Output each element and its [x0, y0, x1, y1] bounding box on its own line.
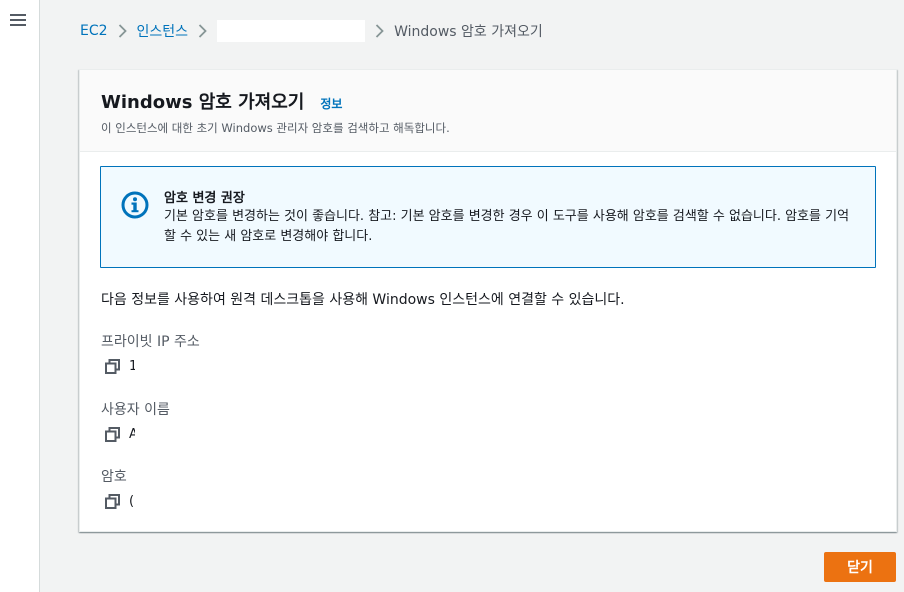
field-label: 사용자 이름	[101, 402, 170, 418]
page-title: Windows 암호 가져오기	[101, 92, 305, 113]
breadcrumb-ec2[interactable]: EC2	[80, 23, 108, 39]
copy-icon[interactable]	[105, 358, 120, 374]
password-value: (	[129, 493, 135, 509]
private-ip-value: 1	[129, 358, 135, 374]
breadcrumb-instances[interactable]: 인스턴스	[137, 21, 189, 41]
chevron-right-icon	[118, 24, 127, 38]
breadcrumb-instance-id-redacted[interactable]	[217, 20, 366, 42]
connection-intro-text: 다음 정보를 사용하여 원격 데스크톱을 사용해 Windows 인스턴스에 연…	[101, 292, 625, 308]
breadcrumb-current: Windows 암호 가져오기	[394, 24, 543, 40]
alert-body: 기본 암호를 변경하는 것이 좋습니다. 참고: 기본 암호를 변경한 경우 이…	[164, 209, 850, 244]
copy-icon[interactable]	[105, 493, 120, 509]
password-field: 암호 (	[101, 466, 135, 509]
close-button[interactable]: 닫기	[824, 552, 896, 582]
breadcrumb: EC2 인스턴스 Windows 암호 가져오기	[80, 20, 543, 42]
info-link[interactable]: 정보	[320, 95, 342, 112]
field-label: 암호	[101, 469, 127, 485]
private-ip-field: 프라이빗 IP 주소 1	[101, 331, 200, 374]
username-field: 사용자 이름 A	[101, 399, 170, 442]
chevron-right-icon	[375, 24, 384, 38]
info-alert: 암호 변경 권장 기본 암호를 변경하는 것이 좋습니다. 참고: 기본 암호를…	[100, 166, 876, 268]
info-icon	[121, 191, 149, 219]
copy-icon[interactable]	[105, 426, 120, 442]
get-windows-password-panel: Windows 암호 가져오기 정보 이 인스턴스에 대한 초기 Windows…	[79, 69, 897, 532]
username-value: A	[129, 426, 135, 442]
panel-description: 이 인스턴스에 대한 초기 Windows 관리자 암호를 검색하고 해독합니다…	[101, 121, 450, 135]
side-navigation	[0, 0, 40, 592]
hamburger-menu-icon[interactable]	[10, 14, 26, 28]
alert-title: 암호 변경 권장	[164, 191, 245, 206]
field-label: 프라이빗 IP 주소	[101, 334, 200, 350]
panel-header: Windows 암호 가져오기 정보 이 인스턴스에 대한 초기 Windows…	[80, 70, 896, 152]
chevron-right-icon	[198, 24, 207, 38]
